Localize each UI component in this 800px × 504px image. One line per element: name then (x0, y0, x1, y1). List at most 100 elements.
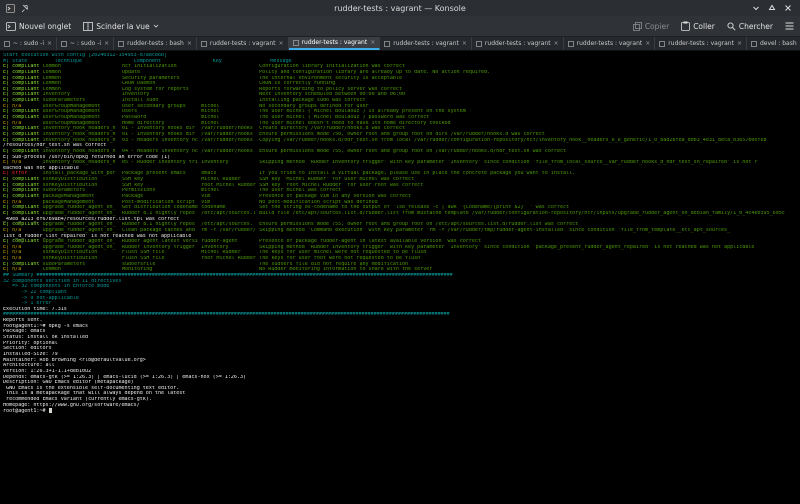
window-titlebar: rudder-tests : vagrant — Konsole (0, 0, 800, 16)
hamburger-menu-button[interactable] (779, 22, 800, 30)
new-tab-label: Nouvel onglet (19, 22, 71, 31)
report-message: Ensure permissions mode 755, owner root … (259, 222, 578, 227)
shell-output: Description: GNU Emacs editor (metapacka… (3, 380, 134, 385)
report-message: Set the string os-codename to the output… (259, 205, 569, 210)
split-view-icon (83, 22, 93, 31)
report-key: root Michel Rudder (201, 256, 259, 262)
terminal-tab-icon (384, 41, 390, 47)
terminal-tab-icon (293, 40, 299, 46)
tab-9[interactable]: devel : bash× (747, 37, 800, 50)
minimize-icon[interactable] (752, 4, 760, 12)
close-icon[interactable] (784, 4, 792, 12)
tab-2[interactable]: rudder-tests : bash× (114, 37, 197, 50)
tab-label: ~ : sudo -i (70, 40, 101, 47)
shell-output: -> 1 error (3, 301, 52, 306)
report-message: No secondary groups defined for user (259, 104, 368, 109)
terminal-output[interactable]: Start execution with config [20240312-15… (0, 51, 800, 504)
shell-output: Execution time: 7.31s (3, 307, 67, 312)
report-message: The keys for user michel were not reques… (259, 250, 426, 255)
tab-label: rudder-tests : vagrant (302, 39, 368, 46)
shell-output: 32 components verified in 11 directives (3, 279, 122, 284)
search-button[interactable]: Chercher (721, 22, 779, 31)
report-message: Next inventory scheduled between 00:00 a… (259, 92, 405, 97)
terminal-line: root@agent1:~# (3, 408, 797, 414)
tab-close-icon[interactable]: × (462, 40, 467, 47)
tab-close-icon[interactable]: × (47, 40, 52, 47)
paste-button[interactable]: Coller (675, 21, 721, 31)
terminal-cursor (49, 408, 52, 413)
shell-output: => 32 components in Enforce mode (3, 284, 109, 289)
pin-icon[interactable] (21, 4, 29, 13)
report-continuation: _49e8_a213_ef67b9ab4/resources/rudder.li… (3, 217, 179, 222)
tab-5[interactable]: rudder-tests : vagrant× (380, 37, 472, 50)
report-continuation: eached was not applicable (3, 166, 79, 171)
terminal-tab-icon (118, 41, 124, 47)
tab-close-icon[interactable]: × (554, 40, 559, 47)
report-message: Installing package sudo was correct (259, 98, 365, 103)
shell-output: Architecture: all (3, 363, 55, 368)
tab-close-icon[interactable]: × (737, 40, 742, 47)
copy-button[interactable]: Copier (627, 22, 675, 31)
shell-output: -> 22 compliant (3, 290, 67, 295)
report-message: Configuration library initialization was… (259, 64, 405, 69)
tab-label: rudder-tests : vagrant (210, 40, 276, 47)
report-message: The keys for user root were not requeste… (259, 256, 420, 261)
report-key: Inventory (201, 160, 259, 166)
report-key: rm -f /var/rudder/ (201, 228, 259, 234)
report-message: No post-modification script was defined (259, 200, 378, 205)
tab-3[interactable]: rudder-tests : vagrant× (197, 37, 289, 50)
report-component: 05 - Rudder inventory tri (122, 160, 201, 166)
shell-output: root@agent1:~# (3, 408, 49, 414)
shell-output: Status: install ok installed (3, 335, 88, 340)
shell-output: Version: 1:26.3+1-1.1+deb10u2 (3, 369, 91, 374)
tab-0[interactable]: ~ : sudo -i× (0, 37, 57, 50)
copy-label: Copier (645, 22, 669, 31)
search-label: Chercher (739, 22, 773, 31)
toolbar: Nouvel onglet Scinder la vue Copier Coll… (0, 16, 800, 37)
terminal-app-icon (6, 4, 15, 13)
shell-output: Depends: emacs-gtk (>= 1:26.3) | emacs-l… (3, 375, 246, 380)
tab-8[interactable]: rudder-tests : vagrant× (655, 37, 747, 50)
shell-output: GNU Emacs is the extensible self-documen… (3, 386, 179, 391)
tab-6[interactable]: rudder-tests : vagrant× (472, 37, 564, 50)
shell-output: Maintainer: Rob Browning <rlb@defaultval… (3, 358, 146, 363)
report-message: Skipping method 'Rudder inventory trigge… (259, 160, 757, 165)
terminal-tab-icon (751, 41, 757, 47)
tab-4[interactable]: rudder-tests : vagrant× (289, 37, 381, 50)
report-message: Presence of package rudder-agent in late… (259, 239, 481, 244)
report-message: The user michel doesn't need to have its… (259, 121, 450, 126)
split-view-button[interactable]: Scinder la vue (77, 22, 164, 31)
split-view-label: Scinder la vue (96, 22, 149, 31)
report-key: /etc/apt/sources.l (201, 211, 259, 217)
tab-7[interactable]: rudder-tests : vagrant× (564, 37, 656, 50)
maximize-icon[interactable] (768, 4, 776, 12)
hamburger-menu-icon (785, 22, 794, 30)
tab-label: rudder-tests : vagrant (668, 40, 734, 47)
report-message: The sudoers file did not require any mod… (259, 262, 408, 267)
terminal-tab-icon (4, 41, 10, 47)
report-message: Reports forwarding to policy server was … (259, 87, 402, 92)
tab-bar: ~ : sudo -i×~ : sudo -i×rudder-tests : b… (0, 37, 800, 51)
chevron-down-icon (153, 23, 159, 29)
report-message: Build file /etc/apt/sources.list.d/rudde… (259, 211, 785, 216)
tab-1[interactable]: ~ : sudo -i× (57, 37, 114, 50)
tab-close-icon[interactable]: × (645, 40, 650, 47)
execution-header: Start execution with config [20240312-15… (3, 53, 167, 58)
report-message: The user michel ( Michel Boulaouz ) is a… (259, 109, 466, 114)
tab-close-icon[interactable]: × (187, 40, 192, 47)
terminal-tab-icon (568, 41, 574, 47)
shell-output: -> 9 not-applicable (3, 296, 79, 301)
tab-close-icon[interactable]: × (104, 40, 109, 47)
tab-label: rudder-tests : vagrant (485, 40, 551, 47)
tab-close-icon[interactable]: × (279, 40, 284, 47)
report-message: Ensure permissions mode 755, owner root … (259, 149, 566, 154)
new-tab-button[interactable]: Nouvel onglet (0, 22, 77, 31)
tab-label: devel : bash (760, 40, 797, 47)
shell-output: ########################################… (3, 312, 450, 317)
copy-icon (633, 22, 642, 31)
shell-output: This is a metapackage that will always d… (3, 391, 185, 396)
report-key: /var/rudder/hooks (201, 138, 259, 144)
terminal-tab-icon (201, 41, 207, 47)
tab-label: rudder-tests : vagrant (393, 40, 459, 47)
tab-close-icon[interactable]: × (370, 39, 375, 46)
